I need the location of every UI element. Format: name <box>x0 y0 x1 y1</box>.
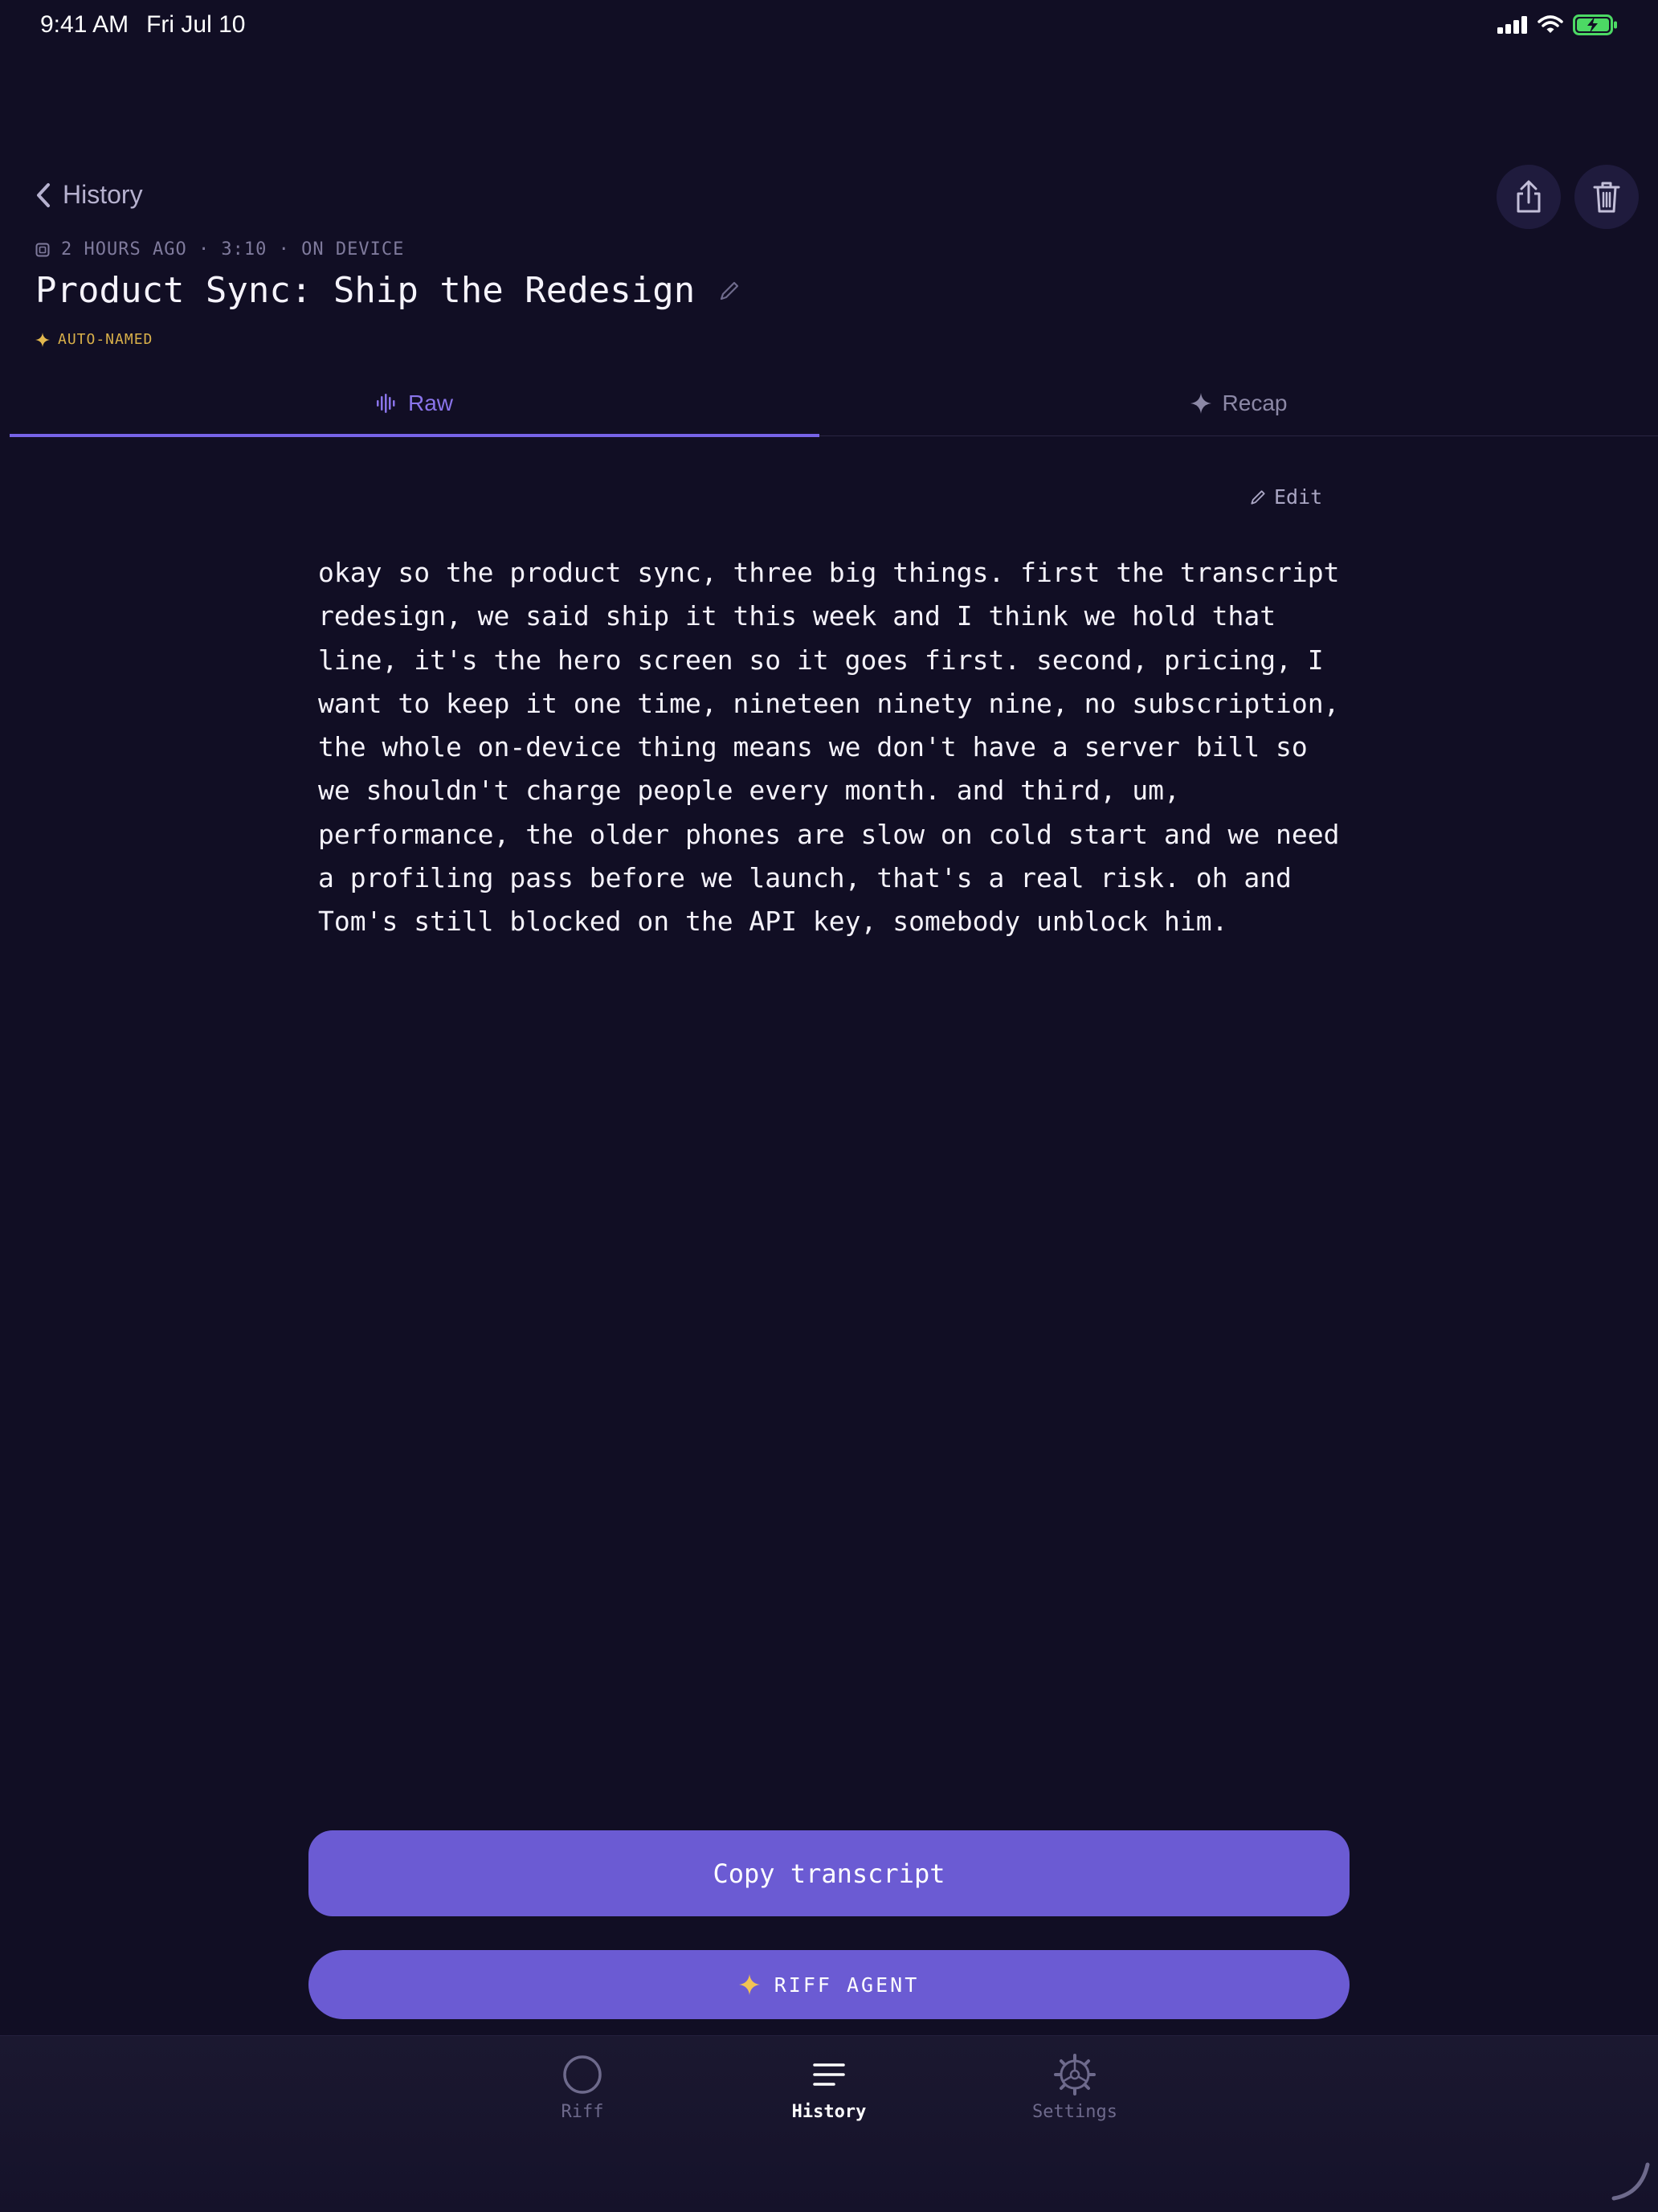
sparkle-icon <box>1190 393 1211 414</box>
share-button[interactable] <box>1497 165 1561 229</box>
tab-raw-label: Raw <box>407 390 453 415</box>
battery-charging-icon <box>1573 14 1617 35</box>
edit-label: Edit <box>1274 485 1323 509</box>
sparkle-icon <box>35 332 50 347</box>
transcript-line: okay so the product sync, three big thin… <box>318 557 1340 588</box>
sparkle-icon <box>738 1974 760 1995</box>
title-row: Product Sync: Ship the Redesign <box>35 270 740 311</box>
auto-named-badge: AUTO-NAMED <box>35 331 153 348</box>
back-label: History <box>63 180 143 209</box>
resize-handle-icon <box>1611 2162 1650 2201</box>
page-title: Product Sync: Ship the Redesign <box>35 270 696 311</box>
active-tab-indicator <box>10 434 819 437</box>
recording-meta: 2 HOURS AGO · 3:10 · ON DEVICE <box>35 239 404 260</box>
transcript-line: line, it's the hero screen so it goes fi… <box>318 644 1324 676</box>
nav-history[interactable]: History <box>749 2054 909 2122</box>
edit-button[interactable]: Edit <box>1250 485 1322 509</box>
wifi-icon <box>1538 15 1563 33</box>
tab-raw[interactable]: Raw <box>10 371 819 437</box>
waveform-icon <box>376 394 395 413</box>
transcript-line: want to keep it one time, nineteen ninet… <box>318 687 1340 719</box>
status-time: 9:41 AM <box>40 11 129 38</box>
meta-text: 2 HOURS AGO · 3:10 · ON DEVICE <box>61 239 405 260</box>
trash-icon <box>1593 182 1620 213</box>
transcript-line: performance, the older phones are slow o… <box>318 818 1340 850</box>
status-bar-icons <box>1497 14 1618 35</box>
list-icon <box>813 2063 845 2086</box>
pencil-icon[interactable] <box>719 280 740 301</box>
copy-transcript-button[interactable]: Copy transcript <box>308 1830 1350 1916</box>
transcript-line: Tom's still blocked on the API key, some… <box>318 906 1228 938</box>
transcript-line: the whole on-device thing means we don't… <box>318 731 1308 763</box>
gear-icon <box>1054 2054 1096 2095</box>
pencil-icon <box>1251 489 1265 505</box>
chevron-left-icon <box>37 182 50 207</box>
tab-recap[interactable]: Recap <box>819 371 1658 435</box>
transcript-text: okay so the product sync, three big thin… <box>318 551 1346 944</box>
status-date: Fri Jul 10 <box>146 11 246 38</box>
signal-icon <box>1497 16 1527 34</box>
transcript-line: a profiling pass before we launch, that'… <box>318 862 1292 894</box>
tab-recap-label: Recap <box>1222 390 1288 415</box>
riff-agent-label: RIFF AGENT <box>774 1973 920 1997</box>
transcript-line: redesign, we said ship it this week and … <box>318 600 1276 632</box>
nav-riff-label: Riff <box>561 2102 604 2122</box>
circle-icon <box>563 2055 602 2094</box>
status-bar-time: 9:41 AM Fri Jul 10 <box>40 11 263 39</box>
share-icon <box>1517 180 1541 213</box>
nav-settings-label: Settings <box>1032 2102 1117 2122</box>
transcript-line: we shouldn't charge people every month. … <box>318 775 1180 807</box>
nav-settings[interactable]: Settings <box>994 2054 1155 2122</box>
delete-button[interactable] <box>1574 165 1639 229</box>
segment-tabs: Raw Recap <box>10 371 1658 437</box>
back-button[interactable]: History <box>35 180 143 210</box>
nav-history-label: History <box>791 2102 867 2122</box>
badge-label: AUTO-NAMED <box>58 331 153 348</box>
riff-agent-button[interactable]: RIFF AGENT <box>308 1950 1350 2019</box>
nav-riff[interactable]: Riff <box>502 2054 663 2122</box>
bottom-tab-bar: Riff History Settings <box>0 2035 1658 2212</box>
device-chip-icon <box>35 243 50 256</box>
